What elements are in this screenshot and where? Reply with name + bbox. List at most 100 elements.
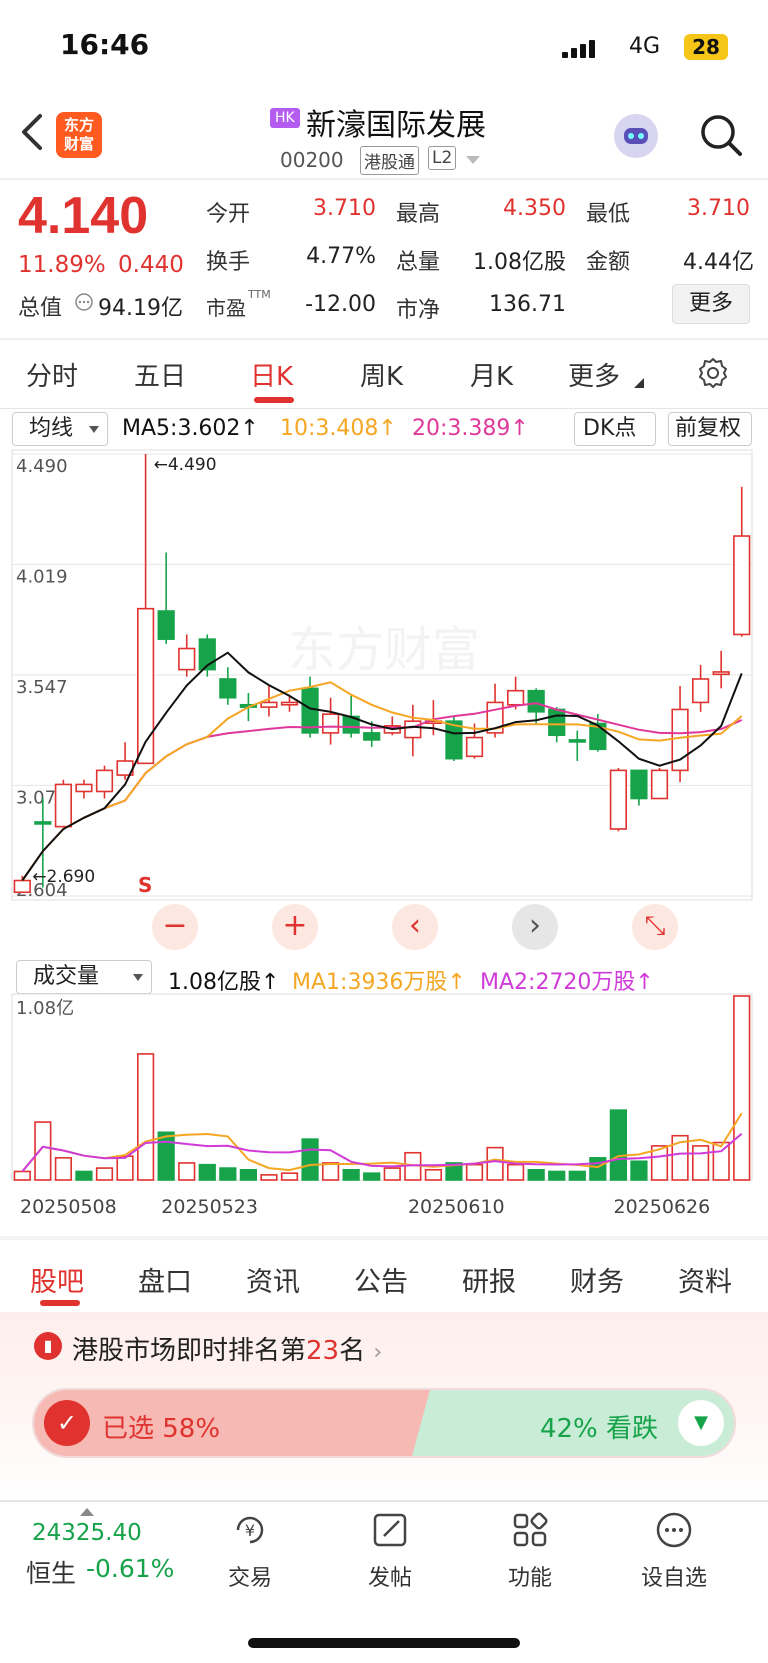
indicator-select[interactable]: 均线 — [12, 412, 108, 446]
volume-label: 总量 — [396, 250, 441, 275]
candle-body — [404, 720, 422, 739]
nav-post-label: 发帖 — [367, 1566, 412, 1591]
open-label: 今开 — [206, 202, 251, 227]
volume-value: 1.08亿股 — [473, 250, 566, 275]
tab-guba[interactable]: 股吧 — [30, 1260, 84, 1299]
gear-icon[interactable] — [696, 356, 730, 390]
tab-finance[interactable]: 财务 — [570, 1260, 624, 1299]
volume-frame — [11, 993, 753, 1181]
candle-body — [465, 736, 484, 758]
tab-day-k[interactable]: 日K — [250, 356, 293, 393]
candle — [650, 768, 669, 800]
nav-right-button[interactable]: › — [512, 904, 558, 950]
tab-announcements[interactable]: 公告 — [354, 1260, 408, 1299]
index-value[interactable]: 24325.40 — [32, 1520, 142, 1546]
low-value: 3.710 — [687, 196, 750, 221]
volume-bar — [424, 1168, 443, 1181]
candle-body — [75, 783, 93, 793]
volume-bar — [54, 1157, 72, 1181]
check-icon[interactable]: ✓ — [44, 1400, 90, 1446]
level-tag: L2 — [428, 146, 457, 170]
tab-more[interactable]: 更多 — [568, 356, 620, 393]
dk-point-button[interactable]: DK点 — [574, 412, 656, 446]
info-icon[interactable] — [74, 292, 94, 312]
nav-trade[interactable]: ¥ 交易 — [200, 1510, 300, 1592]
volume-indicator-select[interactable]: 成交量 — [16, 960, 152, 994]
candle-body — [609, 769, 627, 830]
zoom-out-button[interactable]: − — [152, 904, 198, 950]
volume-chart[interactable]: 1.08亿 — [0, 990, 768, 1190]
edit-icon — [373, 1513, 407, 1547]
vote-up-segment[interactable] — [34, 1390, 440, 1456]
ranking-link[interactable]: 港股市场即时排名第23名 › — [72, 1330, 382, 1367]
grid-icon — [513, 1512, 548, 1547]
assistant-icon[interactable] — [614, 114, 658, 158]
chart-icon: ▮ — [34, 1332, 62, 1360]
volume-bar — [363, 1172, 381, 1181]
signal-icon — [562, 38, 598, 58]
fullscreen-button[interactable]: ⤡ — [632, 904, 678, 950]
nav-functions[interactable]: 功能 — [480, 1510, 580, 1592]
svg-text:¥: ¥ — [245, 1521, 255, 1540]
candle-body — [34, 821, 52, 825]
tab-order-book[interactable]: 盘口 — [138, 1260, 192, 1299]
tab-month-k[interactable]: 月K — [470, 356, 513, 393]
min-price-marker: ←2.690 — [32, 867, 95, 887]
more-button[interactable]: 更多 — [672, 284, 750, 324]
candle-body — [527, 689, 545, 713]
tab-intraday[interactable]: 分时 — [26, 356, 78, 393]
zoom-in-button[interactable]: + — [272, 904, 318, 950]
triangle-down-icon[interactable]: ▼ — [678, 1400, 724, 1446]
volume-bar — [630, 1160, 648, 1181]
dropdown-icon — [133, 974, 143, 981]
x-tick-label: 20250523 — [161, 1196, 258, 1218]
high-label: 最高 — [396, 202, 441, 227]
nav-add-watchlist[interactable]: 设自选 — [624, 1510, 724, 1592]
candle — [95, 765, 114, 799]
nav-trade-label: 交易 — [227, 1566, 272, 1591]
volume-y-tick: 1.08亿 — [16, 998, 74, 1019]
ma5-value: MA5:3.602↑ — [122, 416, 259, 441]
candle-body — [280, 701, 299, 706]
dropdown-icon — [89, 426, 99, 433]
volume-bar — [609, 1109, 627, 1181]
volume-bar — [13, 1170, 31, 1181]
volume-select-label: 成交量 — [33, 964, 100, 989]
expand-up-icon[interactable] — [80, 1506, 94, 1516]
trade-icon: ¥ — [236, 1516, 264, 1544]
search-icon[interactable] — [698, 112, 744, 158]
corner-triangle-icon — [634, 378, 644, 388]
sell-signal-label: S — [138, 873, 152, 897]
candle-body — [733, 535, 751, 636]
candle-body — [54, 783, 72, 828]
candle — [733, 486, 751, 637]
adjust-button[interactable]: 前复权 — [668, 412, 752, 446]
volume-bar — [568, 1170, 586, 1181]
volume-bar — [198, 1163, 216, 1181]
indicator-select-label: 均线 — [29, 416, 74, 441]
volume-bar — [280, 1172, 299, 1181]
tab-news[interactable]: 资讯 — [246, 1260, 300, 1299]
volume-bar — [506, 1163, 525, 1181]
pb-label: 市净 — [396, 298, 441, 323]
tab-five-day[interactable]: 五日 — [134, 356, 186, 393]
connect-tag: 港股通 — [360, 146, 419, 175]
nav-left-button[interactable]: ‹ — [392, 904, 438, 950]
logo-line-2: 财富 — [63, 135, 94, 153]
chevron-down-icon[interactable] — [466, 156, 480, 166]
turnover-label: 换手 — [206, 250, 251, 275]
back-icon[interactable] — [18, 112, 48, 152]
candle — [383, 716, 401, 736]
candlestick-chart[interactable]: 4.4904.0193.5473.0762.604东方财富←4.490←2.69… — [0, 446, 768, 956]
candle — [13, 875, 31, 894]
stock-name[interactable]: 新濠国际发展 — [306, 100, 486, 144]
tab-week-k[interactable]: 周K — [360, 356, 403, 393]
candle — [280, 695, 299, 712]
candle — [137, 454, 155, 765]
volume-bar — [342, 1168, 360, 1181]
tab-profile[interactable]: 资料 — [678, 1260, 732, 1299]
tab-research[interactable]: 研报 — [462, 1260, 516, 1299]
nav-post[interactable]: 发帖 — [340, 1510, 440, 1592]
nav-add-watchlist-label: 设自选 — [640, 1566, 707, 1591]
logo-line-1: 东方 — [63, 116, 94, 134]
